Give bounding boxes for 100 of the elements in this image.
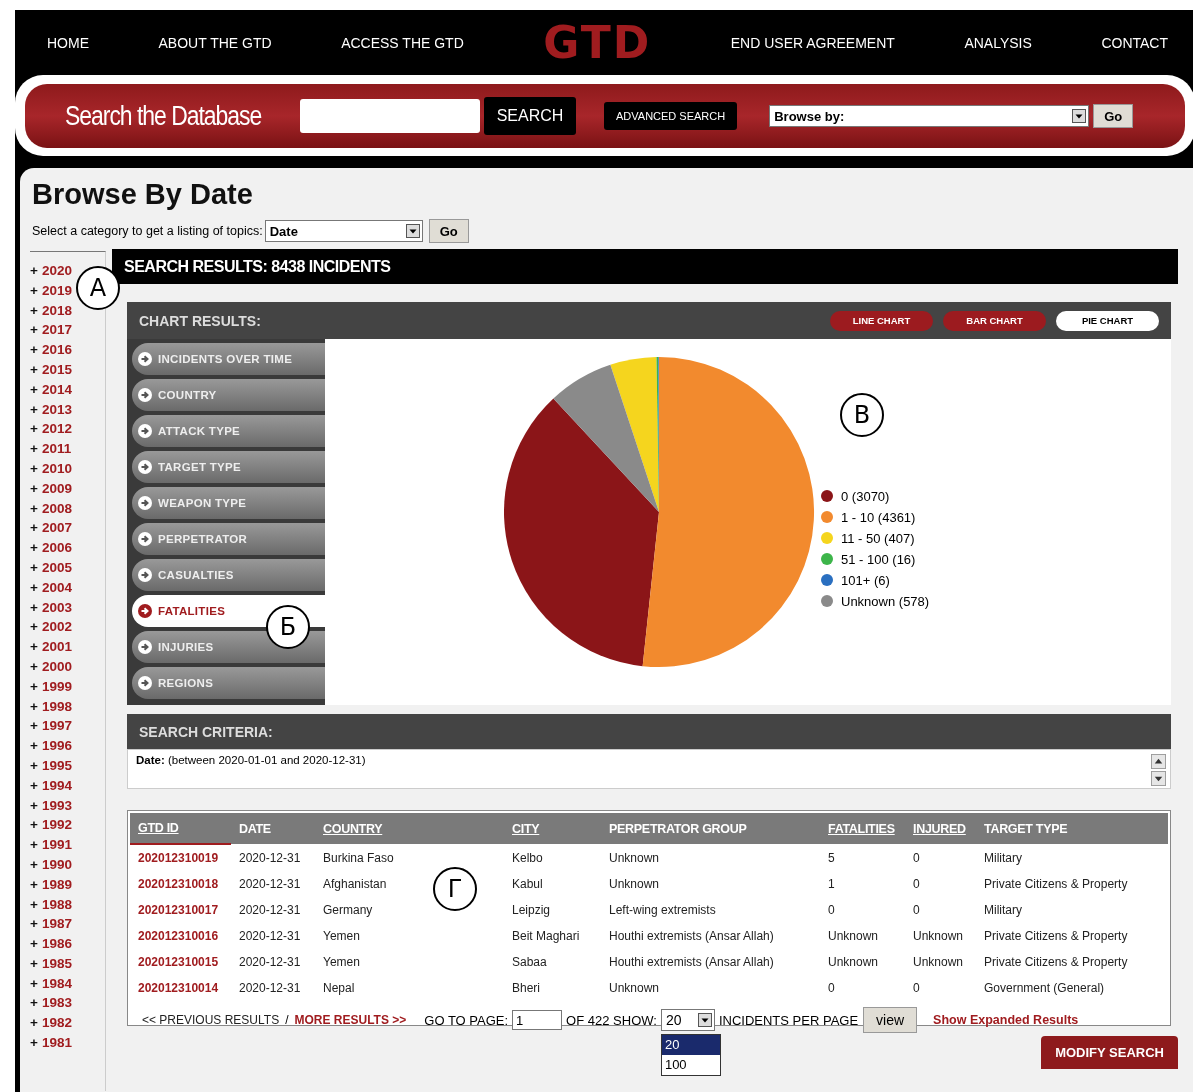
view-button[interactable]: view [863, 1007, 918, 1033]
year-link[interactable]: 1990 [41, 854, 72, 875]
expand-toggle[interactable]: + [30, 637, 38, 657]
expand-toggle[interactable]: + [30, 458, 38, 479]
expand-toggle[interactable]: + [30, 577, 38, 598]
expand-toggle[interactable]: + [30, 419, 38, 440]
expand-toggle[interactable]: + [30, 934, 38, 954]
year-link[interactable]: 2010 [41, 458, 72, 479]
year-link[interactable]: 2014 [41, 379, 72, 400]
expand-toggle[interactable]: + [30, 716, 38, 737]
year-link[interactable]: 1999 [41, 676, 72, 697]
expand-toggle[interactable]: + [30, 557, 38, 578]
year-link[interactable]: 1996 [41, 736, 72, 756]
expand-toggle[interactable]: + [30, 340, 38, 360]
expand-toggle[interactable]: + [30, 993, 38, 1014]
year-link[interactable]: 2011 [41, 439, 72, 459]
year-link[interactable]: 1982 [41, 1013, 72, 1034]
year-link[interactable]: 2003 [41, 597, 72, 618]
year-link[interactable]: 1988 [41, 894, 72, 915]
expand-toggle[interactable]: + [30, 736, 38, 756]
category-select[interactable]: Date [264, 220, 423, 242]
expand-toggle[interactable]: + [30, 775, 38, 796]
incident-id-link[interactable]: 202012310016 [138, 929, 219, 943]
year-link[interactable]: 1995 [41, 755, 72, 776]
year-link[interactable]: 2000 [41, 656, 72, 677]
chart-type-tab[interactable]: PIE CHART [1056, 310, 1159, 331]
expand-toggle[interactable]: + [30, 1013, 38, 1034]
expand-toggle[interactable]: + [30, 795, 38, 816]
incident-id-link[interactable]: 202012310019 [138, 851, 219, 865]
expand-toggle[interactable]: + [30, 696, 38, 717]
expand-toggle[interactable]: + [30, 874, 38, 895]
chart-type-tab[interactable]: BAR CHART [943, 310, 1046, 331]
year-link[interactable]: 1989 [41, 874, 72, 895]
year-link[interactable]: 2012 [41, 419, 72, 440]
year-link[interactable]: 2008 [41, 498, 72, 519]
year-link[interactable]: 2006 [41, 538, 72, 558]
expand-toggle[interactable]: + [30, 953, 38, 974]
incident-id-link[interactable]: 202012310014 [138, 981, 219, 995]
dropdown-option[interactable]: 100 [661, 1055, 720, 1075]
year-link[interactable]: 1994 [41, 775, 72, 796]
year-link[interactable]: 1998 [41, 696, 72, 717]
year-link[interactable]: 1987 [41, 914, 72, 935]
year-link[interactable]: 2015 [41, 360, 72, 380]
expand-toggle[interactable]: + [30, 854, 38, 875]
expand-toggle[interactable]: + [30, 617, 38, 638]
expand-toggle[interactable]: + [30, 280, 38, 301]
expand-toggle[interactable]: + [30, 894, 38, 915]
expand-toggle[interactable]: + [30, 518, 38, 539]
expand-toggle[interactable]: + [30, 379, 38, 400]
expand-toggle[interactable]: + [30, 498, 38, 519]
year-link[interactable]: 2002 [41, 617, 72, 638]
expand-toggle[interactable]: + [30, 914, 38, 935]
year-link[interactable]: 1981 [41, 1033, 72, 1053]
nav-link[interactable]: CONTACT [1101, 34, 1168, 51]
expand-toggle[interactable]: + [30, 755, 38, 776]
year-link[interactable]: 1991 [41, 835, 72, 855]
expand-toggle[interactable]: + [30, 439, 38, 459]
search-button[interactable]: SEARCH [484, 97, 576, 135]
column-header[interactable]: FATALITIES [820, 813, 905, 844]
browse-select[interactable]: Browse by: [769, 105, 1090, 127]
expand-toggle[interactable]: + [30, 676, 38, 697]
column-header[interactable]: COUNTRY [315, 813, 504, 844]
year-link[interactable]: 2004 [41, 577, 72, 598]
per-page-select[interactable]: 20 [660, 1009, 715, 1031]
nav-link[interactable]: ABOUT THE GTD [158, 34, 272, 51]
column-header[interactable]: INJURED [905, 813, 976, 844]
more-results-link[interactable]: MORE RESULTS >> [294, 1013, 407, 1027]
previous-results-link[interactable]: << PREVIOUS RESULTS [142, 1013, 280, 1027]
expand-toggle[interactable]: + [30, 320, 38, 341]
year-link[interactable]: 1983 [41, 993, 72, 1014]
expand-toggle[interactable]: + [30, 656, 38, 677]
incident-id-link[interactable]: 202012310018 [138, 877, 219, 891]
expand-toggle[interactable]: + [30, 597, 38, 618]
year-link[interactable]: 1992 [41, 815, 72, 836]
expand-toggle[interactable]: + [30, 478, 38, 499]
expand-toggle[interactable]: + [30, 300, 38, 321]
advanced-search-button[interactable]: ADVANCED SEARCH [604, 102, 738, 130]
year-link[interactable]: 2001 [41, 637, 72, 657]
expand-toggle[interactable]: + [30, 835, 38, 855]
year-link[interactable]: 1986 [41, 934, 72, 954]
go-button[interactable]: Go [428, 219, 469, 243]
year-link[interactable]: 1993 [41, 795, 72, 816]
year-link[interactable]: 2017 [41, 320, 72, 341]
nav-link[interactable]: ANALYSIS [964, 34, 1032, 51]
expand-toggle[interactable]: + [30, 261, 38, 281]
expand-toggle[interactable]: + [30, 1033, 38, 1053]
year-link[interactable]: 2020 [41, 261, 72, 281]
expand-toggle[interactable]: + [30, 360, 38, 380]
year-link[interactable]: 2019 [41, 280, 72, 301]
year-link[interactable]: 2013 [41, 399, 72, 420]
expand-toggle[interactable]: + [30, 973, 38, 994]
year-link[interactable]: 1997 [41, 716, 72, 737]
year-link[interactable]: 1984 [41, 973, 72, 994]
incident-id-link[interactable]: 202012310015 [138, 955, 219, 969]
dropdown-option[interactable]: 20 [661, 1035, 720, 1055]
expand-toggle[interactable]: + [30, 538, 38, 558]
column-header[interactable]: GTD ID [130, 813, 231, 844]
page-field[interactable]: 1 [512, 1010, 563, 1030]
expand-toggle[interactable]: + [30, 815, 38, 836]
chart-type-tab[interactable]: LINE CHART [830, 310, 933, 331]
